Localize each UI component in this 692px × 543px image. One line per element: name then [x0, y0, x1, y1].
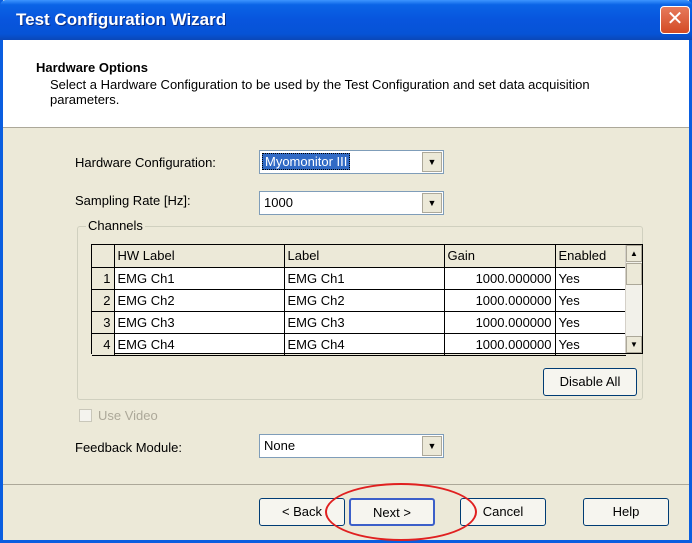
row-number: 1 — [92, 267, 115, 290]
use-video-label: Use Video — [98, 408, 158, 423]
back-button[interactable]: < Back — [259, 498, 345, 526]
use-video-checkbox[interactable]: Use Video — [79, 408, 158, 423]
gain-cell[interactable]: 1000.000000 — [444, 267, 556, 290]
sampling-rate-select[interactable]: 1000 ▼ — [259, 191, 444, 215]
window-title: Test Configuration Wizard — [16, 10, 227, 29]
column-header-enabled[interactable]: Enabled — [555, 245, 626, 268]
sampling-rate-value: 1000 — [264, 195, 293, 210]
enabled-cell[interactable]: Yes — [555, 311, 626, 334]
close-icon[interactable]: ✕ — [660, 6, 690, 34]
cancel-button[interactable]: Cancel — [460, 498, 546, 526]
hw-label-cell[interactable]: EMG Ch4 — [114, 333, 285, 356]
gain-cell[interactable]: 1000.000000 — [444, 289, 556, 312]
row-number: 2 — [92, 289, 115, 312]
channels-grid[interactable]: HW Label Label Gain Enabled 1 EMG Ch1 EM… — [91, 244, 643, 356]
column-header-label[interactable]: Label — [284, 245, 445, 268]
label-cell[interactable]: EMG Ch1 — [284, 267, 445, 290]
feedback-module-select[interactable]: None ▼ — [259, 434, 444, 458]
channels-scrollbar[interactable]: ▲ ▼ — [625, 245, 642, 353]
table-row[interactable]: 1 EMG Ch1 EMG Ch1 1000.000000 Yes — [92, 267, 626, 290]
hardware-configuration-select[interactable]: Myomonitor III ▼ — [259, 150, 444, 174]
table-header-row: HW Label Label Gain Enabled — [92, 245, 626, 268]
enabled-cell[interactable]: Yes — [555, 267, 626, 290]
disable-all-button[interactable]: Disable All — [543, 368, 637, 396]
feedback-module-value: None — [264, 438, 296, 453]
label-cell[interactable]: EMG Ch3 — [284, 311, 445, 334]
wizard-window: Test Configuration Wizard ✕ Hardware Opt… — [0, 0, 692, 543]
row-number: 3 — [92, 311, 115, 334]
chevron-down-icon[interactable]: ▼ — [422, 193, 442, 213]
footer-divider — [3, 484, 689, 485]
table-row[interactable]: 4 EMG Ch4 EMG Ch4 1000.000000 Yes — [92, 333, 626, 356]
next-button[interactable]: Next > — [349, 498, 435, 526]
label-cell[interactable]: EMG Ch2 — [284, 289, 445, 312]
checkbox-icon — [79, 409, 92, 422]
title-bar: Test Configuration Wizard ✕ — [0, 0, 692, 40]
help-button[interactable]: Help — [583, 498, 669, 526]
wizard-header: Hardware Options Select a Hardware Confi… — [3, 40, 689, 128]
channels-table: HW Label Label Gain Enabled 1 EMG Ch1 EM… — [92, 245, 626, 356]
column-header-hw-label[interactable]: HW Label — [114, 245, 285, 268]
page-title: Hardware Options — [36, 60, 148, 75]
channels-group-title: Channels — [86, 218, 145, 233]
scroll-up-icon[interactable]: ▲ — [626, 245, 642, 262]
table-row[interactable]: 2 EMG Ch2 EMG Ch2 1000.000000 Yes — [92, 289, 626, 312]
hardware-configuration-value: Myomonitor III — [262, 153, 351, 170]
scroll-thumb[interactable] — [626, 263, 642, 285]
gain-cell[interactable]: 1000.000000 — [444, 333, 556, 356]
hw-label-cell[interactable]: EMG Ch2 — [114, 289, 285, 312]
enabled-cell[interactable]: Yes — [555, 333, 626, 356]
chevron-down-icon[interactable]: ▼ — [422, 436, 442, 456]
feedback-module-label: Feedback Module: — [75, 440, 182, 455]
hw-label-cell[interactable]: EMG Ch3 — [114, 311, 285, 334]
column-header-gain[interactable]: Gain — [444, 245, 556, 268]
gain-cell[interactable]: 1000.000000 — [444, 311, 556, 334]
sampling-rate-label: Sampling Rate [Hz]: — [75, 193, 191, 208]
scroll-down-icon[interactable]: ▼ — [626, 336, 642, 353]
enabled-cell[interactable]: Yes — [555, 289, 626, 312]
page-description: Select a Hardware Configuration to be us… — [50, 77, 590, 107]
table-row[interactable]: 3 EMG Ch3 EMG Ch3 1000.000000 Yes — [92, 311, 626, 334]
chevron-down-icon[interactable]: ▼ — [422, 152, 442, 172]
row-number-header — [92, 245, 115, 268]
hardware-configuration-label: Hardware Configuration: — [75, 155, 216, 170]
row-number: 4 — [92, 333, 115, 356]
hw-label-cell[interactable]: EMG Ch1 — [114, 267, 285, 290]
label-cell[interactable]: EMG Ch4 — [284, 333, 445, 356]
